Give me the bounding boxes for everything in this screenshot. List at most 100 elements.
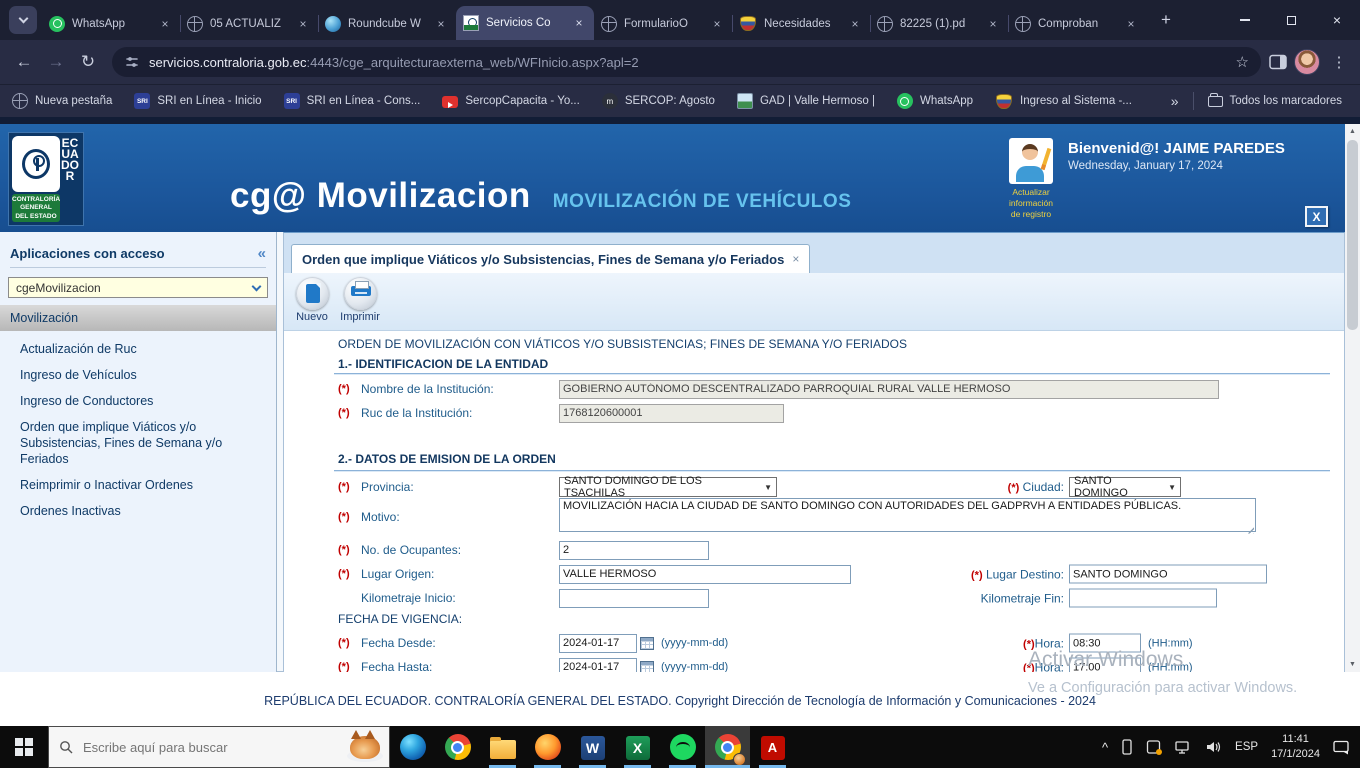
fecha-desde-field[interactable] bbox=[559, 633, 637, 653]
ocupantes-field[interactable] bbox=[559, 540, 709, 560]
lugar-destino-field[interactable] bbox=[1069, 564, 1267, 584]
sidebar-section-movilizacion[interactable]: Movilización bbox=[0, 305, 276, 331]
new-tab-button[interactable]: + bbox=[1152, 6, 1180, 34]
tab-close-button[interactable]: × bbox=[157, 16, 173, 32]
provincia-select[interactable]: SANTO DOMINGO DE LOS TSACHILAS ▼ bbox=[559, 475, 777, 499]
bookmark-sri-inicio[interactable]: SRI SRI en Línea - Inicio bbox=[134, 93, 262, 109]
window-close-button[interactable]: × bbox=[1314, 0, 1360, 40]
taskbar-chrome[interactable] bbox=[435, 726, 480, 768]
browser-menu-icon[interactable]: ⋮ bbox=[1326, 53, 1352, 71]
taskbar-search[interactable] bbox=[48, 726, 390, 768]
update-notification-icon[interactable] bbox=[1146, 739, 1163, 755]
content-area: Orden que implique Viáticos y/o Subsiste… bbox=[283, 232, 1345, 672]
excel-icon: X bbox=[625, 735, 650, 760]
browser-tab-pdf[interactable]: 82225 (1).pd × bbox=[870, 7, 1008, 40]
tab-close-button[interactable]: × bbox=[1123, 16, 1139, 32]
scrollbar-thumb[interactable] bbox=[1347, 140, 1358, 330]
lugar-origen-field[interactable] bbox=[559, 564, 851, 584]
taskbar-excel[interactable]: X bbox=[615, 726, 660, 768]
reload-button[interactable]: ↻ bbox=[72, 46, 104, 78]
browser-tab-comprobante[interactable]: Comproban × bbox=[1008, 7, 1146, 40]
motivo-field[interactable]: MOVILIZACIÓN HACIA LA CIUDAD DE SANTO DO… bbox=[559, 497, 1256, 532]
taskbar-spotify[interactable] bbox=[660, 726, 705, 768]
network-icon[interactable] bbox=[1175, 740, 1192, 755]
taskbar-file-explorer[interactable] bbox=[480, 726, 525, 768]
update-registry-link[interactable]: Actualizar información de registro bbox=[1008, 138, 1054, 220]
bookmark-sri-consultas[interactable]: SRI SRI en Línea - Cons... bbox=[283, 93, 420, 109]
new-order-button[interactable]: Nuevo bbox=[290, 277, 334, 330]
tab-close-button[interactable]: × bbox=[847, 16, 863, 32]
taskbar-firefox[interactable] bbox=[525, 726, 570, 768]
taskbar-chrome-active[interactable] bbox=[705, 726, 750, 768]
tab-close-button[interactable]: × bbox=[433, 16, 449, 32]
browser-tab-necesidades[interactable]: Necesidades × bbox=[732, 7, 870, 40]
print-button[interactable]: Imprimir bbox=[338, 277, 382, 330]
bookmarks-overflow-button[interactable]: » bbox=[1171, 93, 1179, 109]
notification-center-icon[interactable] bbox=[1333, 740, 1350, 755]
scroll-down-arrow[interactable]: ▼ bbox=[1345, 657, 1360, 672]
language-indicator[interactable]: ESP bbox=[1235, 741, 1258, 753]
sidebar-item-reimprimir-ordenes[interactable]: Reimprimir o Inactivar Ordenes bbox=[0, 472, 276, 498]
back-button[interactable]: ← bbox=[8, 46, 40, 78]
side-panel-icon[interactable] bbox=[1269, 54, 1288, 70]
ciudad-select[interactable]: SANTO DOMINGO ▼ bbox=[1069, 475, 1181, 499]
window-minimize-button[interactable] bbox=[1222, 0, 1268, 40]
taskbar-acrobat[interactable]: A bbox=[750, 726, 795, 768]
taskbar-clock[interactable]: 11:41 17/1/2024 bbox=[1271, 732, 1320, 762]
tab-close-button[interactable]: × bbox=[985, 16, 1001, 32]
all-bookmarks-button[interactable]: Todos los marcadores bbox=[1207, 92, 1342, 107]
ruc-label: Ruc de la Institución: bbox=[361, 406, 473, 420]
sidebar-item-ordenes-inactivas[interactable]: Ordenes Inactivas bbox=[0, 498, 276, 524]
browser-tab-whatsapp[interactable]: WhatsApp × bbox=[42, 7, 180, 40]
site-settings-icon[interactable] bbox=[124, 54, 140, 70]
sidebar-item-orden-viaticos[interactable]: Orden que implique Viáticos y/o Subsiste… bbox=[0, 414, 276, 472]
bookmark-sercopcapacita[interactable]: SercopCapacita - Yo... bbox=[442, 94, 580, 108]
kilometraje-fin-field[interactable] bbox=[1069, 588, 1217, 608]
hora-hasta-field[interactable] bbox=[1069, 657, 1141, 672]
ciudad-label-text: Ciudad: bbox=[1022, 480, 1064, 494]
tab-search-button[interactable] bbox=[9, 6, 37, 34]
taskbar-edge[interactable] bbox=[390, 726, 435, 768]
bookmark-nueva-pestana[interactable]: Nueva pestaña bbox=[12, 93, 112, 109]
app-subtitle: MOVILIZACIÓN DE VEHÍCULOS bbox=[552, 191, 852, 212]
bookmark-sercop[interactable]: m SERCOP: Agosto bbox=[601, 93, 715, 109]
bookmark-gad-valle-hermoso[interactable]: GAD | Valle Hermoso | bbox=[736, 93, 875, 109]
browser-tab-servicios-active[interactable]: Servicios Co × bbox=[456, 6, 594, 40]
session-close-button[interactable]: X bbox=[1305, 206, 1328, 227]
bookmark-ingreso-sistema[interactable]: Ingreso al Sistema -... bbox=[995, 93, 1132, 109]
window-restore-button[interactable] bbox=[1268, 0, 1314, 40]
hora-desde-field[interactable] bbox=[1069, 633, 1141, 653]
calendar-icon[interactable] bbox=[640, 660, 654, 672]
required-marker: (*) bbox=[1007, 482, 1020, 494]
scroll-up-arrow[interactable]: ▲ bbox=[1345, 124, 1360, 139]
tab-close-button[interactable]: × bbox=[571, 15, 587, 31]
tab-close-button[interactable]: × bbox=[709, 16, 725, 32]
start-button[interactable] bbox=[0, 726, 48, 768]
application-select[interactable]: cgeMovilizacion bbox=[8, 277, 268, 298]
taskbar-word[interactable]: W bbox=[570, 726, 615, 768]
browser-tab-roundcube[interactable]: Roundcube W × bbox=[318, 7, 456, 40]
sidebar-item-ingreso-vehiculos[interactable]: Ingreso de Vehículos bbox=[0, 362, 276, 388]
calendar-icon[interactable] bbox=[640, 636, 654, 650]
bookmark-whatsapp[interactable]: WhatsApp bbox=[896, 93, 973, 109]
tab-close-button[interactable]: × bbox=[295, 16, 311, 32]
volume-icon[interactable] bbox=[1205, 740, 1222, 754]
forward-button[interactable]: → bbox=[40, 46, 72, 78]
sidebar-collapse-icon[interactable]: « bbox=[258, 245, 266, 262]
sidebar-item-ingreso-conductores[interactable]: Ingreso de Conductores bbox=[0, 388, 276, 414]
search-input[interactable] bbox=[83, 739, 338, 755]
fecha-hasta-field[interactable] bbox=[559, 657, 637, 672]
kilometraje-inicio-field[interactable] bbox=[559, 588, 709, 608]
phone-link-icon[interactable] bbox=[1121, 739, 1133, 755]
tray-expand-icon[interactable]: ^ bbox=[1102, 740, 1108, 755]
bookmark-star-icon[interactable]: ☆ bbox=[1236, 53, 1249, 71]
tab-label: 82225 (1).pd bbox=[900, 17, 966, 30]
profile-avatar[interactable] bbox=[1294, 49, 1320, 75]
sidebar-item-actualizacion-ruc[interactable]: Actualización de Ruc bbox=[0, 336, 276, 362]
content-tab-close[interactable]: × bbox=[792, 252, 799, 266]
browser-tab-formulario[interactable]: FormularioO × bbox=[594, 7, 732, 40]
address-bar[interactable]: servicios.contraloria.gob.ec:4443/cge_ar… bbox=[112, 47, 1261, 77]
content-tab-orden[interactable]: Orden que implique Viáticos y/o Subsiste… bbox=[291, 244, 811, 273]
browser-tab-actualiz[interactable]: 05 ACTUALIZ × bbox=[180, 7, 318, 40]
page-scrollbar[interactable]: ▲ ▼ bbox=[1345, 124, 1360, 672]
